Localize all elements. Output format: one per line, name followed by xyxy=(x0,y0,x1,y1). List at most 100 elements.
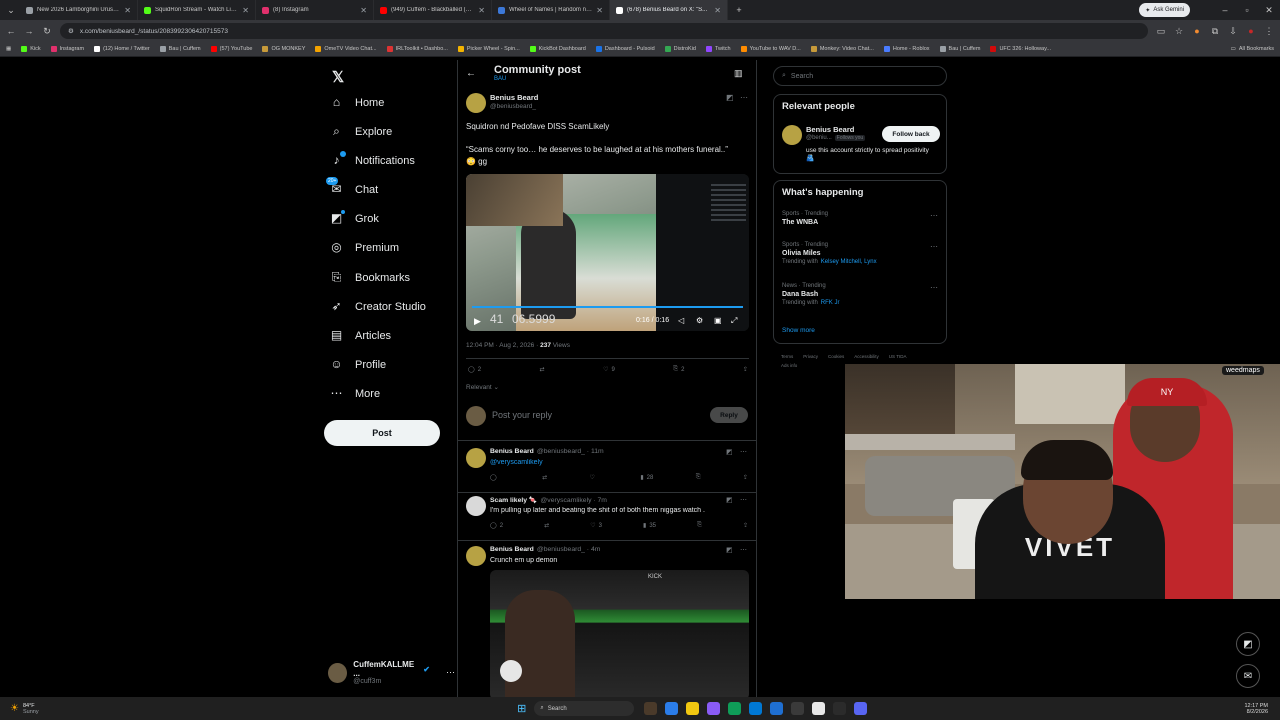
post-more-icon[interactable]: ⋯ xyxy=(740,93,748,102)
taskbar-app-icon[interactable] xyxy=(812,702,826,715)
reply-author-name[interactable]: Benius Beard xyxy=(490,546,534,553)
downloads-icon[interactable]: ⇩ xyxy=(1228,26,1238,37)
nav-item-explore[interactable]: ⌕ Explore xyxy=(330,125,392,138)
taskbar-app-icon[interactable] xyxy=(665,702,679,715)
taskbar-app-icon[interactable] xyxy=(770,702,784,715)
trend-more-icon[interactable]: ⋯ xyxy=(930,211,938,220)
video-player[interactable]: 41 06.5999 ▶ 0:16 / 0:16 ◁ ⚙ ▣ ⤢ xyxy=(466,174,749,331)
bookmark-item[interactable]: YouTube to WAV D... xyxy=(740,46,801,52)
reply-author-avatar[interactable] xyxy=(466,546,486,566)
grok-explain-icon[interactable]: ◩ xyxy=(726,448,733,456)
extensions-puzzle-icon[interactable]: ⧉ xyxy=(1210,26,1220,37)
taskbar-app-icon[interactable] xyxy=(791,702,805,715)
back-icon[interactable]: ← xyxy=(6,26,16,36)
reply-author-name[interactable]: Benius Beard xyxy=(490,448,534,455)
close-tab-icon[interactable]: ✕ xyxy=(478,6,485,15)
grok-explain-icon[interactable]: ◩ xyxy=(726,496,733,504)
views-action[interactable]: ▮ 28 xyxy=(640,474,653,482)
apps-grid-icon[interactable]: ▦ xyxy=(6,46,11,52)
person-handle[interactable]: @beniu... xyxy=(806,135,832,141)
bookmark-item[interactable]: OG MONKEY xyxy=(262,46,305,52)
trend-item[interactable]: News · Trending Dana Bash Trending with RFK… xyxy=(782,283,938,306)
close-tab-icon[interactable]: ✕ xyxy=(124,6,131,15)
bookmark-item[interactable]: DistroKid xyxy=(664,46,696,52)
volume-icon[interactable]: ◁ xyxy=(678,316,684,325)
like-action[interactable]: ♡ 3 xyxy=(590,522,602,530)
bookmark-action[interactable]: ⎘ xyxy=(697,522,702,529)
grok-explain-icon[interactable]: ◩ xyxy=(726,546,733,554)
bookmark-item[interactable]: UFC 326: Holloway... xyxy=(990,46,1051,52)
close-tab-icon[interactable]: ✕ xyxy=(360,6,367,15)
bookmark-item[interactable]: (57) YouTube xyxy=(210,46,252,52)
bookmark-item[interactable]: Bau | Cuffem xyxy=(939,46,980,52)
reply-input[interactable]: Post your reply xyxy=(492,410,552,420)
browser-tab[interactable]: (949) Cuffem - Blackballed (Si... ✕ xyxy=(374,0,492,20)
maximize-button[interactable]: ▫ xyxy=(1242,5,1252,15)
menu-icon[interactable]: ⋮ xyxy=(1264,26,1274,37)
taskbar-app-icon[interactable] xyxy=(749,702,763,715)
trend-more-icon[interactable]: ⋯ xyxy=(930,283,938,292)
messages-floating-button[interactable]: ✉ xyxy=(1236,664,1260,688)
author-name[interactable]: Benius Beard xyxy=(490,93,538,102)
bookmark-item[interactable]: Dashboard - Pulsoid xyxy=(595,46,655,52)
community-name[interactable]: BAU xyxy=(494,76,581,82)
reply-more-icon[interactable]: ⋯ xyxy=(740,546,747,554)
reply-more-icon[interactable]: ⋯ xyxy=(740,448,747,456)
taskbar-app-icon[interactable] xyxy=(728,702,742,715)
reply-action[interactable]: ◯ 2 xyxy=(490,522,503,530)
account-more-icon[interactable]: ⋯ xyxy=(446,667,455,678)
reply-author-name[interactable]: Scam likely 🍬 xyxy=(490,497,537,504)
browser-tab[interactable]: Wheel of Names | Random nam... ✕ xyxy=(492,0,610,20)
footer-link[interactable]: Terms xyxy=(781,354,793,359)
all-bookmarks-button[interactable]: ▭ All Bookmarks xyxy=(1231,46,1274,52)
author-handle[interactable]: @beniusbeard_ xyxy=(490,103,538,110)
bookmark-action[interactable]: ⎘ 2 xyxy=(673,366,684,373)
repost-action[interactable]: ⇄ xyxy=(540,366,545,373)
x-logo-icon[interactable]: 𝕏 xyxy=(332,68,344,86)
bookmark-item[interactable]: Instagram xyxy=(50,46,84,52)
like-action[interactable]: ♡ 9 xyxy=(603,366,615,374)
trend-more-icon[interactable]: ⋯ xyxy=(930,242,938,251)
person-name[interactable]: Benius Beard xyxy=(806,125,854,134)
taskbar-app-icon[interactable] xyxy=(707,702,721,715)
taskbar-app-icon[interactable] xyxy=(644,702,658,715)
show-more-link[interactable]: Show more xyxy=(782,327,815,334)
bookmark-item[interactable]: Kick xyxy=(21,46,41,52)
extension-icon[interactable]: ● xyxy=(1192,26,1202,36)
bookmark-item[interactable]: IRLToolkit • Dashbo... xyxy=(386,46,448,52)
browser-tab[interactable]: SquidRon Stream - Watch Live - ✕ xyxy=(138,0,256,20)
footer-link[interactable]: Privacy xyxy=(803,354,818,359)
account-switcher[interactable]: CuffemKALLME ... ✔ @cuff3m ⋯ xyxy=(328,660,455,685)
search-input[interactable]: ⌕ Search xyxy=(773,66,947,86)
bookmark-item[interactable]: KickBot Dashboard xyxy=(529,46,586,52)
weather-widget[interactable]: ☀ 84°F Sunny xyxy=(10,703,140,715)
taskbar-app-icon[interactable] xyxy=(854,702,868,715)
share-action[interactable]: ⇪ xyxy=(743,366,748,373)
repost-action[interactable]: ⇄ xyxy=(544,522,549,529)
footer-link[interactable]: Ads info xyxy=(781,363,797,368)
repost-action[interactable]: ⇄ xyxy=(542,474,547,481)
sort-dropdown[interactable]: Relevant ⌄ xyxy=(466,383,499,391)
footer-link[interactable]: Accessibility xyxy=(854,354,879,359)
bookmark-item[interactable]: Home - Roblox xyxy=(883,46,930,52)
browser-tab[interactable]: New 2026 Lamborghini Urus SE ✕ xyxy=(20,0,138,20)
footer-link[interactable]: US TIDA xyxy=(889,354,907,359)
like-action[interactable]: ♡ xyxy=(590,474,598,481)
trend-item[interactable]: Sports · Trending The WNBA ⋯ xyxy=(782,211,938,226)
footer-link[interactable]: Cookies xyxy=(828,354,844,359)
nav-item-premium[interactable]: ◎ Premium xyxy=(330,241,399,254)
reply-more-icon[interactable]: ⋯ xyxy=(740,496,747,504)
system-clock[interactable]: 12:17 PM 8/2/2026 xyxy=(1244,703,1268,715)
reply-button[interactable]: Reply xyxy=(710,407,748,423)
cast-icon[interactable]: ▭ xyxy=(1156,26,1166,37)
reply-author-avatar[interactable] xyxy=(466,496,486,516)
bookmark-item[interactable]: OmeTV Video Chat... xyxy=(315,46,377,52)
ask-gemini-button[interactable]: ✦ Ask Gemini xyxy=(1139,3,1190,17)
url-input[interactable]: ⚙ x.com/beniusbeard_/status/208399230642… xyxy=(60,23,1148,39)
follow-back-button[interactable]: Follow back xyxy=(882,126,940,142)
person-avatar[interactable] xyxy=(782,125,802,145)
bookmark-item[interactable]: (12) Home / Twitter xyxy=(94,46,150,52)
forward-icon[interactable]: → xyxy=(24,26,34,36)
author-avatar[interactable] xyxy=(466,93,486,113)
bookmark-action[interactable]: ⎘ xyxy=(696,474,701,481)
